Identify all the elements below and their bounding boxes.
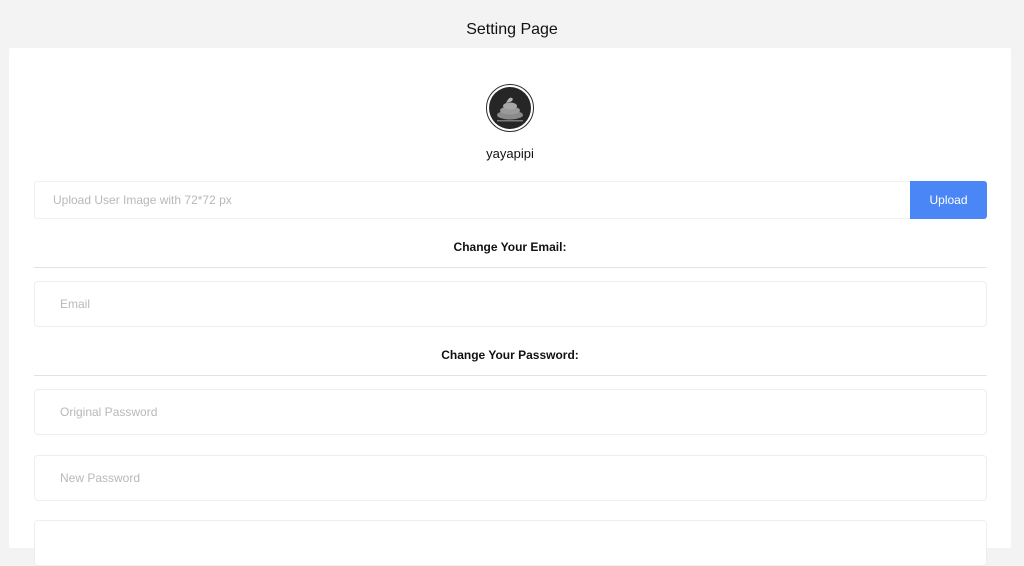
poop-avatar-icon (489, 87, 531, 129)
change-email-heading: Change Your Email: (453, 240, 567, 254)
email-field[interactable] (34, 281, 987, 327)
page-title: Setting Page (466, 21, 558, 38)
username: yayapipi (486, 146, 534, 161)
change-password-heading: Change Your Password: (441, 348, 579, 362)
upload-row: Upload (34, 181, 987, 219)
upload-image-input[interactable] (34, 181, 910, 219)
confirm-password-field[interactable] (34, 520, 987, 566)
settings-card: yayapipi Upload Change Your Email: Chang… (9, 48, 1011, 566)
email-divider (34, 267, 987, 268)
avatar[interactable] (486, 84, 534, 132)
upload-button[interactable]: Upload (910, 181, 987, 219)
password-divider (34, 375, 987, 376)
new-password-field[interactable] (34, 455, 987, 501)
original-password-field[interactable] (34, 389, 987, 435)
